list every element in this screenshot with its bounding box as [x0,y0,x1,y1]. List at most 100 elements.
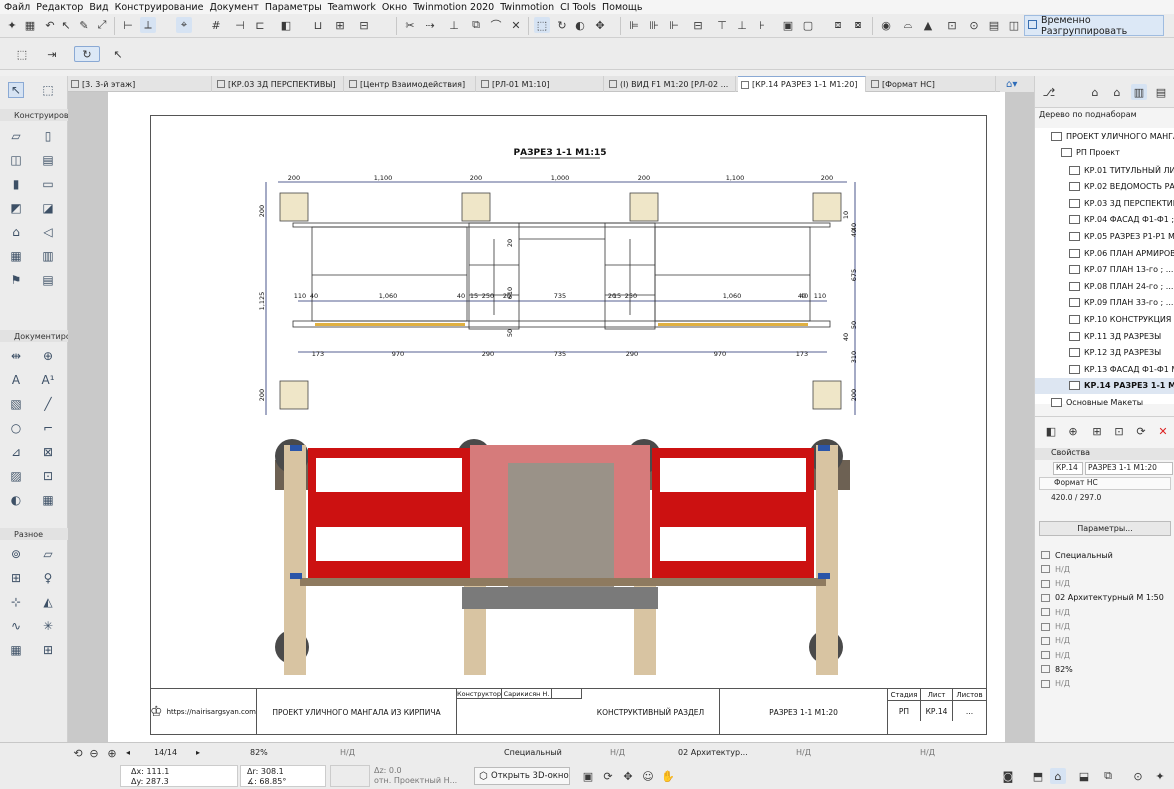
orbit-icon[interactable]: ⟳ [600,768,616,784]
walk-icon[interactable]: ☺ [640,768,656,784]
drawing-tool[interactable]: ▨ [8,468,24,484]
nd-field-4[interactable]: Н/Д [920,748,935,757]
new-subset-icon[interactable]: ⊕ [1065,423,1081,439]
section-icon[interactable]: ⌓ [900,17,916,33]
renovation-icon[interactable]: ⬒ [1030,768,1046,784]
pan-icon[interactable]: ✋ [660,768,676,784]
syringe-icon[interactable]: ⤢ [94,17,110,33]
hotspot-tool[interactable]: ⊠ [40,444,56,460]
table-tool[interactable]: ▦ [8,642,24,658]
menu-item[interactable]: Teamwork [328,2,376,13]
intersect-icon[interactable]: ✕ [508,17,524,33]
level-tool[interactable]: ⊕ [40,348,56,364]
radial-tool[interactable]: ⊹ [8,594,24,610]
menu-item[interactable]: Twinmotion 2020 [413,2,494,13]
marquee-rotate-icon[interactable]: ↻ [74,46,100,62]
zoom-level[interactable]: 82% [250,748,268,757]
object-tool[interactable]: ⚑ [8,272,24,288]
align-bottom-icon[interactable]: ⊦ [754,17,770,33]
mesh-tool[interactable]: ▱ [40,546,56,562]
undo-icon[interactable]: ↶ [42,17,58,33]
split-icon[interactable]: ⊥ [446,17,462,33]
document-tab[interactable]: [Центр Взаимодействия] [346,76,476,92]
door-tool[interactable]: ▮ [8,176,24,192]
lock-icon[interactable]: ⊔ [310,17,326,33]
curtain-wall-tool[interactable]: ▦ [8,248,24,264]
property-row[interactable]: Н/Д [1035,605,1174,619]
menu-item[interactable]: Помощь [602,2,642,13]
master-layout-select[interactable]: Формат НС [1039,477,1171,490]
tree-item[interactable]: КР.13 ФАСАД Ф1-Ф1 М... [1035,361,1174,377]
tree-item[interactable]: КР.07 ПЛАН 13-го ; ... [1035,262,1174,278]
tree-item[interactable]: КР.05 РАЗРЕЗ Р1-Р1 М... [1035,228,1174,244]
layer-icon[interactable]: ◧ [278,17,294,33]
tree-group[interactable]: Основные Макеты [1035,394,1174,410]
fillet-icon[interactable]: ⌒ [488,17,504,33]
nav-icon[interactable]: ✥ [620,768,636,784]
view-icon[interactable]: ⊡ [944,17,960,33]
marquee-icon[interactable]: ⇥ [42,46,62,62]
delete-icon[interactable]: ✕ [1155,423,1171,439]
arrow-tool-icon[interactable]: ↖ [110,46,126,62]
railing-tool[interactable]: ◁ [40,224,56,240]
trace-icon[interactable]: ⊏ [252,17,268,33]
parts-icon[interactable]: ⧉ [1100,768,1116,784]
prev-page-icon[interactable]: ◂ [126,748,130,757]
star-tool[interactable]: ✳ [40,618,56,634]
tree-item[interactable]: КР.11 3Д РАЗРЕЗЫ [1035,328,1174,344]
menu-item[interactable]: Конструирование [115,2,204,13]
property-row[interactable]: 02 Архитектурный М 1:50 [1035,591,1174,605]
document-tab[interactable]: [КР.03 3Д ПЕРСПЕКТИВЫ] [214,76,344,92]
new-folder-icon[interactable]: ⊡ [1111,423,1127,439]
section-document[interactable]: Документиро [0,330,71,342]
menu-item[interactable]: Параметры [265,2,322,13]
layout-id-field[interactable]: КР.14 [1053,462,1083,475]
label-tool[interactable]: A¹ [40,372,56,388]
publisher-icon[interactable]: ▤ [1153,84,1169,100]
worksheet-icon[interactable]: ▤ [986,17,1002,33]
tree-group[interactable]: РП Проект [1035,144,1174,160]
spline-misc-tool[interactable]: ∿ [8,618,24,634]
tree-item[interactable]: КР.12 3Д РАЗРЕЗЫ [1035,345,1174,361]
split-tool[interactable]: ⊞ [40,642,56,658]
fill-tool[interactable]: ▧ [8,396,24,412]
tree-item[interactable]: КР.01 ТИТУЛЬНЫЙ ЛИСТ [1035,162,1174,178]
update-icon[interactable]: ⟳ [1133,423,1149,439]
zoom-icon[interactable]: ⊖ [86,745,102,761]
property-row[interactable]: Н/Д [1035,620,1174,634]
grid-snap-icon[interactable]: # [208,17,224,33]
tree-item[interactable]: КР.10 КОНСТРУКЦИЯ ... [1035,311,1174,327]
grid-icon[interactable]: ▦ [22,17,38,33]
zoom-out-icon[interactable]: ⟲ [70,745,86,761]
detail-icon[interactable]: ⊙ [966,17,982,33]
eye-icon[interactable]: ◉ [878,17,894,33]
project-map-icon[interactable]: ⌂ [1087,84,1103,100]
hat-icon[interactable]: ▲ [920,17,936,33]
align-middle-icon[interactable]: ⊥ [734,17,750,33]
figure-tool[interactable]: ⊡ [40,468,56,484]
document-tab[interactable]: [КР.14 РАЗРЕЗ 1-1 М1:20] × [738,76,866,92]
zone-tool[interactable]: ▤ [40,272,56,288]
fit-icon[interactable]: ⊕ [104,745,120,761]
beam-tool[interactable]: ◫ [8,152,24,168]
menu-item[interactable]: Вид [89,2,108,13]
dimension-tool[interactable]: ⇹ [8,348,24,364]
send-backward-icon[interactable]: ⧇ [850,17,866,33]
guide-icon[interactable]: ⊣ [232,17,248,33]
pointer-icon[interactable]: ↖ [58,17,74,33]
tree-item[interactable]: КР.06 ПЛАН АРМИРОВАНИЯ [1035,245,1174,261]
navigator-menu-icon[interactable]: ⎇ [1041,84,1057,100]
snap-settings-icon[interactable]: ⊙ [1130,768,1146,784]
wall-tool[interactable]: ▱ [8,128,24,144]
new-master-icon[interactable]: ⊞ [1089,423,1105,439]
arrow-tool[interactable]: ↖ [8,82,24,98]
property-row[interactable]: Н/Д [1035,634,1174,648]
nd-field-2[interactable]: Н/Д [610,748,625,757]
align-top-icon[interactable]: ⊤ [714,17,730,33]
marquee-tool[interactable]: ⬚ [40,82,56,98]
morph-tool[interactable]: ▥ [40,248,56,264]
tree-item[interactable]: КР.09 ПЛАН 33-го ; ... [1035,295,1174,311]
home-view-icon[interactable]: ⌂ [1050,768,1066,784]
property-row[interactable]: Н/Д [1035,577,1174,591]
layout-name-field[interactable]: РАЗРЕЗ 1-1 М1:20 [1085,462,1173,475]
